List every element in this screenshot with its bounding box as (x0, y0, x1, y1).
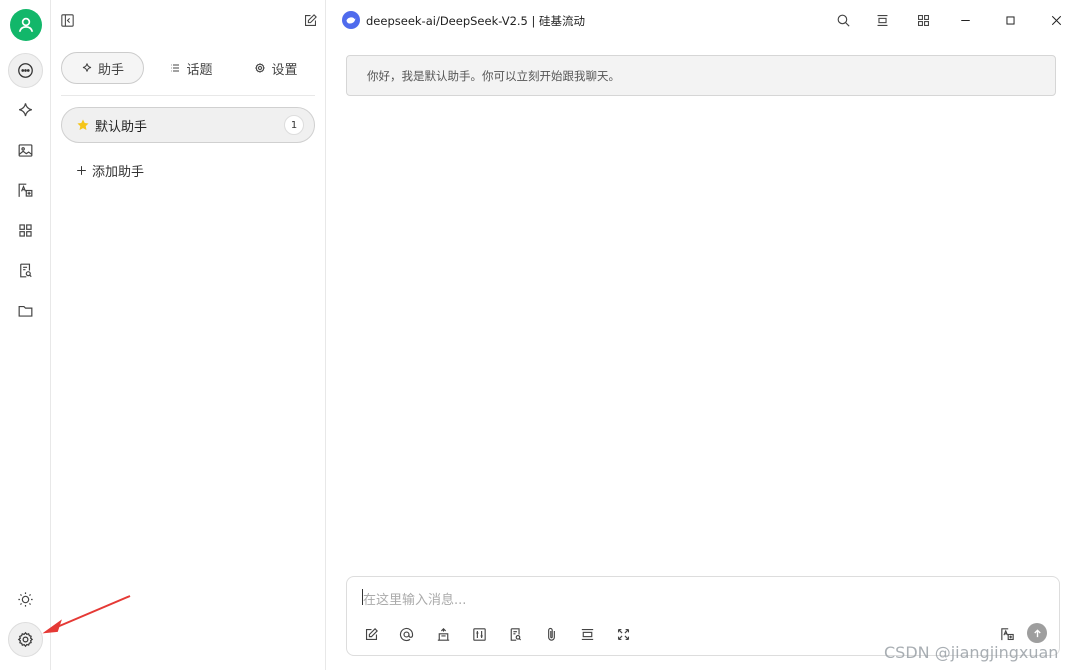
rail-settings-button[interactable] (8, 622, 43, 657)
new-topic-button[interactable] (300, 10, 320, 30)
document-search-icon (20, 263, 32, 278)
rail-agents-button[interactable] (8, 93, 43, 128)
paperclip-icon (547, 627, 555, 641)
star-icon (77, 119, 89, 130)
model-badge[interactable] (342, 11, 360, 29)
app-window: deepseek-ai/DeepSeek-V2.5 | 硅基流动 助手 话题 设… (0, 0, 1080, 670)
at-icon (399, 627, 413, 641)
panel-divider (325, 0, 326, 670)
expand-icon (617, 628, 629, 640)
annotation-arrow (42, 595, 131, 634)
translate-icon (1000, 627, 1014, 640)
new-topic-tool[interactable] (361, 624, 381, 644)
list-icon (171, 64, 180, 72)
assistant-name: 默认助手 (95, 119, 148, 135)
greeting-message: 你好，我是默认助手。你可以立刻开始跟我聊天。 (346, 55, 1056, 96)
edit-icon (304, 13, 317, 26)
message-input-placeholder[interactable]: 在这里输入消息... (363, 589, 466, 608)
maximize-icon (1005, 15, 1015, 25)
minimize-button[interactable] (955, 10, 975, 30)
tab-label: 助手 (97, 62, 124, 78)
sun-icon (18, 592, 33, 607)
watermark: CSDN @jiangjingxuan (884, 643, 1059, 662)
sidebar-toggle-icon (60, 13, 74, 27)
topic-count-badge: 1 (284, 115, 304, 135)
plus-icon (77, 166, 86, 175)
toggle-sidebar-button[interactable] (57, 10, 77, 30)
mention-model-tool[interactable] (396, 624, 416, 644)
edit-icon (365, 627, 378, 640)
top-bar: deepseek-ai/DeepSeek-V2.5 | 硅基流动 (51, 0, 1080, 670)
tab-label: 设置 (271, 62, 298, 78)
sliders-icon (472, 627, 486, 641)
rail-folder-button[interactable] (8, 293, 43, 328)
send-button[interactable] (1027, 623, 1047, 643)
fit-icon (877, 14, 887, 26)
layout-tool[interactable] (577, 624, 597, 644)
rail-chat-button[interactable] (8, 53, 43, 88)
close-icon (1051, 15, 1061, 25)
add-assistant-button[interactable]: 添加助手 (75, 161, 144, 180)
fit-width-button[interactable] (872, 10, 892, 30)
minimize-icon (960, 19, 970, 21)
search-button[interactable] (833, 10, 853, 30)
gear-icon (17, 631, 34, 648)
rail-translate-button[interactable] (8, 173, 43, 208)
sparkle-icon (82, 63, 92, 72)
tab-assistants[interactable]: 助手 (61, 52, 144, 84)
avatar[interactable] (10, 9, 42, 41)
assistant-item-default[interactable]: 默认助手 1 (61, 107, 315, 143)
add-assistant-label: 添加助手 (92, 165, 145, 180)
maximize-button[interactable] (1000, 10, 1020, 30)
web-search-tool[interactable] (505, 624, 525, 644)
tab-topics[interactable]: 话题 (151, 52, 231, 84)
rail-apps-button[interactable] (8, 213, 43, 248)
folder-icon (18, 305, 33, 317)
image-icon (18, 144, 33, 157)
sparkle-icon (19, 103, 32, 117)
panel-tabs: 助手 话题 设置 (61, 52, 315, 84)
send-icon (1033, 628, 1041, 637)
rail-image-button[interactable] (8, 133, 43, 168)
document-search-icon (510, 627, 521, 641)
assistant-panel: 助手 话题 设置 默认助手 1 添加助手 (51, 40, 325, 670)
rail-theme-button[interactable] (8, 582, 43, 617)
translate-tool[interactable] (997, 624, 1017, 644)
knowledge-base-tool[interactable] (433, 624, 453, 644)
layout-grid-button[interactable] (913, 10, 933, 30)
whale-logo-icon (346, 17, 356, 24)
close-button[interactable] (1046, 10, 1066, 30)
tab-label: 话题 (186, 62, 213, 78)
knowledge-icon (437, 627, 449, 641)
chat-icon (18, 63, 33, 78)
attach-file-tool[interactable] (541, 624, 561, 644)
rail-files-search-button[interactable] (8, 253, 43, 288)
layout-icon (581, 628, 593, 640)
expand-tool[interactable] (613, 624, 633, 644)
parameters-tool[interactable] (469, 624, 489, 644)
tabs-divider (61, 95, 315, 96)
user-icon (18, 17, 34, 33)
gear-icon (255, 62, 266, 74)
model-title[interactable]: deepseek-ai/DeepSeek-V2.5 | 硅基流动 (366, 13, 585, 29)
grid-icon (917, 14, 929, 26)
tab-settings[interactable]: 设置 (236, 52, 316, 84)
left-rail (0, 0, 51, 670)
translate-icon (18, 183, 33, 197)
search-icon (837, 14, 850, 27)
apps-icon (19, 224, 32, 237)
